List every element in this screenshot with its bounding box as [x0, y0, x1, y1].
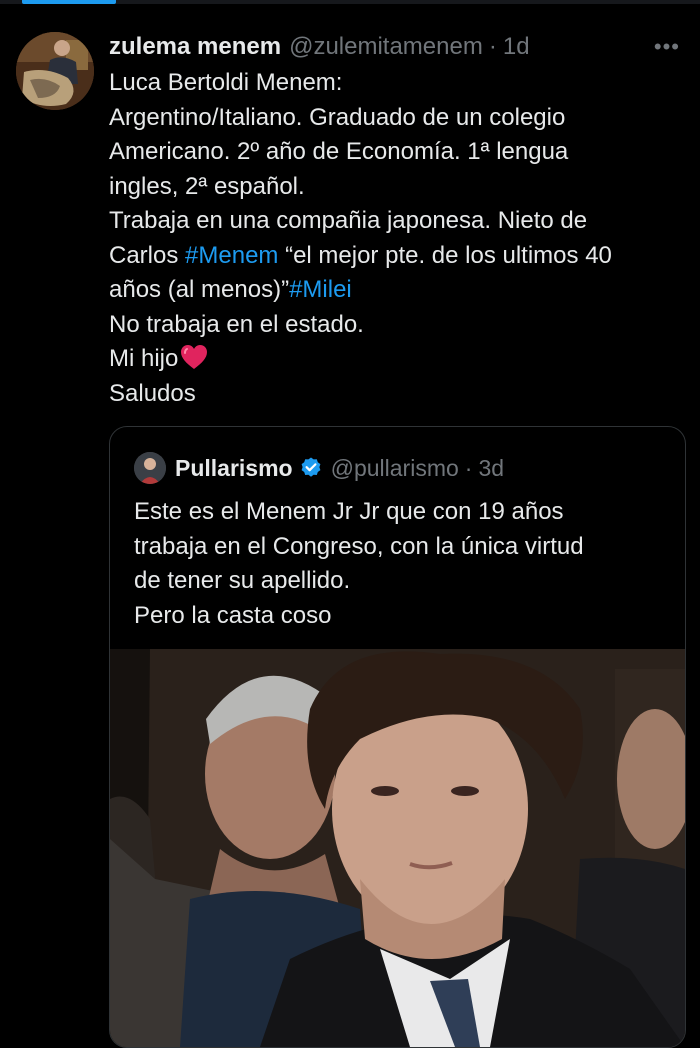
tweet-line: Argentino/Italiano. Graduado de un coleg…	[109, 103, 566, 131]
tweet[interactable]: zulema menem @zulemitamenem · 1d ••• Luc…	[0, 0, 700, 1048]
author-avatar[interactable]	[16, 32, 94, 110]
quoted-author-avatar-photo	[134, 452, 166, 484]
quoted-line: de tener su apellido.	[134, 567, 351, 594]
quoted-media-photo[interactable]	[110, 649, 685, 1047]
quoted-author-handle[interactable]: @pullarismo	[331, 455, 459, 482]
tweet-line: Trabaja en una compañia japonesa. Nieto …	[109, 207, 588, 234]
quoted-author-name[interactable]: Pullarismo	[175, 455, 293, 482]
quoted-tweet-text: Este es el Menem Jr Jr que con 19 años t…	[134, 495, 664, 633]
author-avatar-photo	[16, 32, 94, 110]
quoted-header-separator: ·	[464, 454, 473, 481]
quoted-line: Este es el Menem Jr Jr que con 19 años	[134, 498, 564, 525]
line-text: Mi hijo	[109, 345, 179, 372]
tweet-line: Mi hijo	[109, 342, 684, 377]
tweet-line: ingles, 2ª español.	[109, 172, 305, 200]
quoted-line: Pero la casta coso	[134, 601, 332, 629]
tweet-line: Saludos	[109, 379, 196, 407]
author-name[interactable]: zulema menem	[109, 33, 281, 61]
line-text: años (al menos)”	[109, 276, 290, 303]
tweet-line: años (al menos)”#Milei	[109, 273, 684, 308]
red-heart-emoji-icon	[181, 345, 208, 369]
tweet-line: Luca Bertoldi Menem:	[109, 69, 343, 96]
quoted-timestamp[interactable]: 3d	[478, 455, 504, 482]
hashtag-menem[interactable]: #Menem	[185, 242, 278, 269]
quoted-author-avatar[interactable]	[134, 452, 166, 484]
quoted-tweet[interactable]: Pullarismo @pullarismo · 3d Este es el M…	[109, 426, 686, 1048]
tweet-header: zulema menem @zulemitamenem · 1d	[109, 30, 684, 64]
line-text: “el mejor pte. de los ultimos 40	[278, 241, 612, 269]
author-handle[interactable]: @zulemitamenem	[289, 33, 483, 61]
more-dots-icon[interactable]: •••	[654, 34, 680, 60]
tweet-text: Luca Bertoldi Menem: Argentino/Italiano.…	[109, 66, 684, 411]
verified-badge-icon	[301, 457, 321, 477]
quoted-line: trabaja en el Congreso, con la única vir…	[134, 532, 584, 560]
line-text: Carlos	[109, 241, 186, 269]
quoted-tweet-header: Pullarismo @pullarismo · 3d	[134, 451, 504, 485]
tweet-line: Americano. 2º año de Economía. 1ª lengua	[109, 138, 569, 165]
hashtag-milei[interactable]: #Milei	[289, 276, 352, 303]
tweet-body: zulema menem @zulemitamenem · 1d ••• Luc…	[109, 30, 684, 411]
tweet-line: Carlos #Menem “el mejor pte. de los ulti…	[109, 239, 684, 274]
tweet-line: No trabaja en el estado.	[109, 310, 364, 338]
tweet-timestamp[interactable]: 1d	[503, 33, 530, 61]
header-separator: ·	[488, 33, 497, 60]
